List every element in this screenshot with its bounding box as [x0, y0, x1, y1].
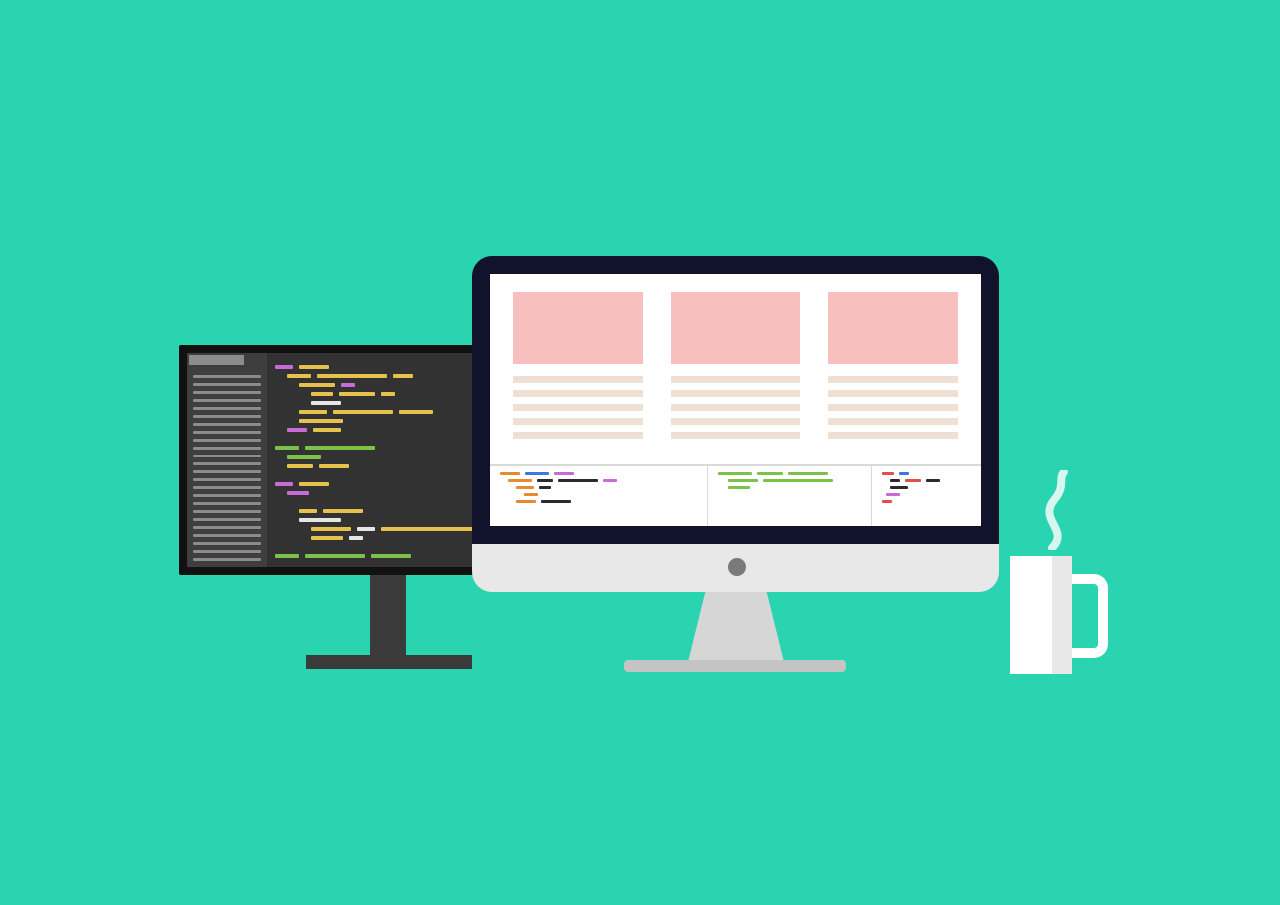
devtools-panel	[490, 464, 981, 526]
coffee-mug	[1010, 556, 1072, 674]
imac-foot	[624, 660, 846, 672]
mug-handle	[1072, 574, 1108, 658]
devtools-right	[871, 466, 981, 526]
devtools-mid	[707, 466, 871, 526]
card	[513, 292, 643, 364]
imac-screen	[490, 274, 981, 526]
website-cards	[513, 292, 958, 364]
code-monitor-base	[306, 655, 472, 669]
text-column	[513, 376, 643, 439]
website-text-columns	[513, 376, 958, 439]
editor-tab	[189, 355, 244, 365]
imac-stand	[688, 592, 784, 662]
mug-shade	[1052, 556, 1072, 674]
editor-sidebar	[187, 353, 267, 567]
card	[828, 292, 958, 364]
imac-button	[728, 558, 746, 576]
text-column	[671, 376, 801, 439]
devtools-left	[490, 466, 707, 526]
illustration-scene	[0, 0, 1280, 905]
code-monitor-stand	[370, 575, 406, 655]
steam-icon	[1030, 470, 1090, 550]
imac-monitor	[472, 256, 999, 544]
card	[671, 292, 801, 364]
text-column	[828, 376, 958, 439]
sidebar-lines	[193, 375, 261, 561]
